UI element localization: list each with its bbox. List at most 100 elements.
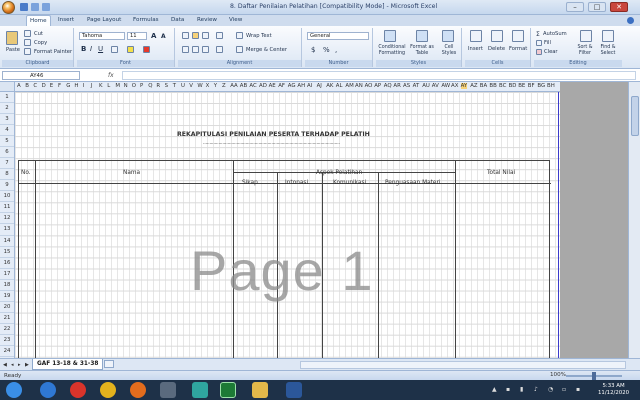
conditional-formatting-icon[interactable]: [384, 30, 396, 42]
column-header-j[interactable]: J: [91, 83, 93, 89]
sort-filter-icon[interactable]: [580, 30, 592, 42]
row-header-18[interactable]: 18: [0, 280, 14, 291]
keyboard-icon[interactable]: ▪: [576, 386, 580, 393]
format-painter-button[interactable]: Format Painter: [34, 49, 72, 55]
display-icon[interactable]: ▫: [562, 386, 566, 393]
tab-formulas[interactable]: Formulas: [130, 15, 162, 26]
column-header-ao[interactable]: AO: [365, 83, 373, 89]
column-header-ak[interactable]: AK: [326, 83, 333, 89]
column-header-b[interactable]: B: [25, 83, 29, 89]
row-header-10[interactable]: 10: [0, 191, 14, 203]
save-icon[interactable]: [20, 3, 28, 11]
font-color-icon[interactable]: [143, 46, 150, 53]
insert-button[interactable]: Insert: [468, 46, 483, 52]
minimize-button[interactable]: –: [566, 2, 584, 12]
undo-icon[interactable]: [31, 3, 39, 11]
column-header-a[interactable]: A: [17, 83, 21, 89]
align-left-icon[interactable]: [182, 46, 189, 53]
row-header-6[interactable]: 6: [0, 147, 14, 159]
column-header-aj[interactable]: AJ: [317, 83, 322, 89]
column-header-an[interactable]: AN: [355, 83, 363, 89]
column-header-ax[interactable]: AX: [451, 83, 458, 89]
tab-view[interactable]: View: [226, 15, 245, 26]
maximize-button[interactable]: □: [588, 2, 606, 12]
app-icon[interactable]: [192, 382, 208, 398]
row-header-20[interactable]: 20: [0, 302, 14, 313]
cell-styles-icon[interactable]: [442, 30, 454, 42]
row-header-8[interactable]: 8: [0, 169, 14, 181]
merge-center-icon[interactable]: [236, 46, 243, 53]
currency-button[interactable]: $: [311, 46, 315, 54]
file-explorer-icon[interactable]: [252, 382, 268, 398]
row-header-1[interactable]: 1: [0, 92, 14, 104]
column-header-s[interactable]: S: [165, 83, 168, 89]
cell-styles-button[interactable]: Cell Styles: [438, 45, 460, 57]
column-header-i[interactable]: I: [83, 83, 85, 89]
column-header-o[interactable]: O: [132, 83, 136, 89]
column-header-aq[interactable]: AQ: [384, 83, 392, 89]
column-header-aw[interactable]: AW: [441, 83, 450, 89]
row-header-3[interactable]: 3: [0, 114, 14, 126]
clock[interactable]: 5:33 AM 11/12/2020: [598, 383, 629, 397]
tab-review[interactable]: Review: [194, 15, 220, 26]
battery-icon[interactable]: ▮: [520, 386, 523, 393]
network-icon[interactable]: ▪: [506, 386, 510, 393]
media-player-icon[interactable]: [130, 382, 146, 398]
number-format-select[interactable]: General: [307, 32, 369, 40]
align-bottom-icon[interactable]: [202, 32, 209, 39]
column-header-ai[interactable]: AI: [307, 83, 312, 89]
row-header-23[interactable]: 23: [0, 335, 14, 346]
row-header-5[interactable]: 5: [0, 136, 14, 148]
delete-cells-icon[interactable]: [491, 30, 503, 42]
bold-button[interactable]: B: [81, 45, 86, 53]
sheet-tab-active[interactable]: GAF 13-18 & 31-38: [32, 359, 104, 370]
redo-icon[interactable]: [42, 3, 50, 11]
tray-up-arrow-icon[interactable]: ▲: [492, 386, 497, 393]
last-sheet-arrow-icon[interactable]: ▶: [25, 362, 29, 368]
prev-sheet-arrow-icon[interactable]: ◂: [11, 362, 14, 368]
opera-icon[interactable]: [70, 382, 86, 398]
column-header-ar[interactable]: AR: [393, 83, 400, 89]
row-header-12[interactable]: 12: [0, 213, 14, 225]
row-header-2[interactable]: 2: [0, 103, 14, 115]
worksheet-grid[interactable]: REKAPITULASI PENILAIAN PESERTA TERHADAP …: [15, 92, 560, 358]
column-header-p[interactable]: P: [140, 83, 143, 89]
column-header-w[interactable]: W: [197, 83, 202, 89]
row-header-14[interactable]: 14: [0, 236, 14, 247]
start-icon[interactable]: [6, 382, 22, 398]
column-header-ag[interactable]: AG: [288, 83, 296, 89]
column-header-ab[interactable]: AB: [240, 83, 247, 89]
grow-font-button[interactable]: A: [151, 32, 156, 40]
column-header-av[interactable]: AV: [432, 83, 439, 89]
row-header-9[interactable]: 9: [0, 180, 14, 192]
align-top-icon[interactable]: [182, 32, 189, 39]
row-header-13[interactable]: 13: [0, 224, 14, 236]
column-header-bh[interactable]: BH: [547, 83, 555, 89]
merge-center-button[interactable]: Merge & Center: [246, 47, 287, 53]
sort-filter-button[interactable]: Sort & Filter: [574, 45, 596, 57]
tab-data[interactable]: Data: [168, 15, 187, 26]
volume-icon[interactable]: ♪: [534, 386, 538, 393]
column-header-ae[interactable]: AE: [269, 83, 276, 89]
vertical-scrollbar[interactable]: [628, 82, 640, 358]
fill-icon[interactable]: [536, 40, 542, 46]
word-icon[interactable]: [286, 382, 302, 398]
column-header-ac[interactable]: AC: [249, 83, 256, 89]
column-header-h[interactable]: H: [74, 83, 78, 89]
column-header-f[interactable]: F: [58, 83, 61, 89]
row-header-16[interactable]: 16: [0, 258, 14, 269]
column-header-bd[interactable]: BD: [509, 83, 517, 89]
insert-sheet-icon[interactable]: [104, 360, 114, 368]
column-header-bf[interactable]: BF: [528, 83, 535, 89]
column-header-al[interactable]: AL: [336, 83, 343, 89]
fill-color-icon[interactable]: [127, 46, 134, 53]
tab-page-layout[interactable]: Page Layout: [84, 15, 124, 26]
column-header-d[interactable]: D: [42, 83, 46, 89]
conditional-formatting-button[interactable]: Conditional Formatting: [377, 45, 407, 57]
comma-button[interactable]: ,: [335, 46, 337, 54]
chrome-icon[interactable]: [100, 382, 116, 398]
row-header-7[interactable]: 7: [0, 158, 14, 170]
format-table-icon[interactable]: [416, 30, 428, 42]
binoculars-icon[interactable]: [602, 30, 614, 42]
column-header-ah[interactable]: AH: [297, 83, 305, 89]
